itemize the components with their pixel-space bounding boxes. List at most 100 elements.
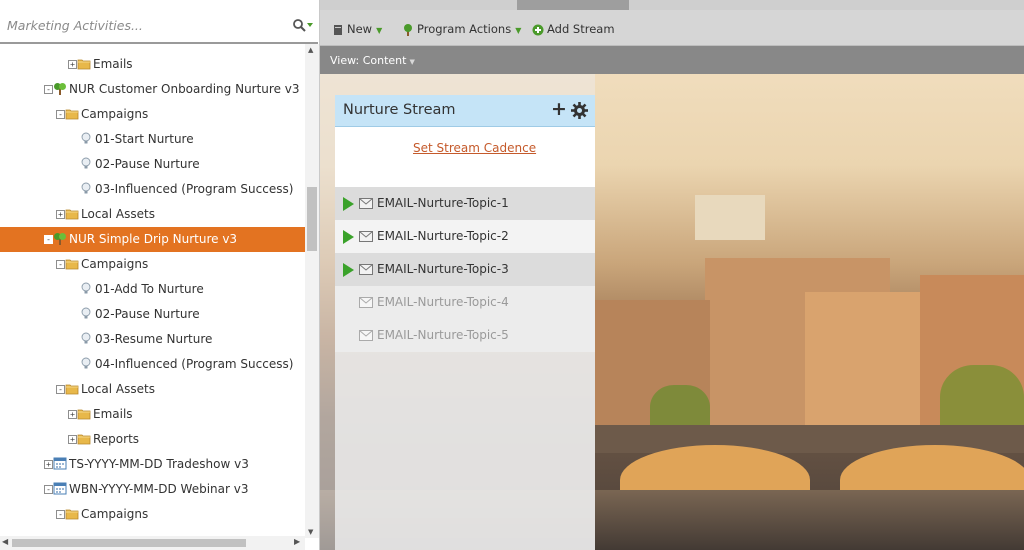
add-stream-button[interactable]: Add Stream [532, 21, 615, 37]
scroll-right-icon[interactable]: ▶ [294, 537, 300, 546]
event-program-icon [53, 482, 67, 495]
smart-campaign-icon [81, 182, 91, 194]
tree-item[interactable]: 03-Influenced (Program Success) [0, 177, 305, 202]
collapse-icon[interactable]: - [44, 485, 53, 494]
collapse-icon[interactable]: - [44, 235, 53, 244]
scroll-down-icon[interactable]: ▼ [308, 528, 313, 536]
tree-item-label: 03-Resume Nurture [95, 332, 213, 346]
tree-item-label: 03-Influenced (Program Success) [95, 182, 294, 196]
program-actions-button[interactable]: Program Actions ▼ [402, 21, 521, 37]
smart-campaign-icon [81, 282, 91, 294]
view-selector[interactable]: View: Content ▼ [330, 54, 415, 67]
tree-item-label: 01-Add To Nurture [95, 282, 204, 296]
stream-email-label: EMAIL-Nurture-Topic-1 [377, 196, 509, 210]
tree-item-label: Emails [93, 407, 133, 421]
tree-item[interactable]: - NUR Customer Onboarding Nurture v3 [0, 77, 305, 102]
tree-item-label: Campaigns [81, 107, 149, 121]
folder-icon [65, 259, 79, 270]
search-input[interactable]: Marketing Activities... [7, 18, 143, 33]
stream-email-label: EMAIL-Nurture-Topic-4 [377, 295, 509, 309]
smart-campaign-icon [81, 157, 91, 169]
folder-icon [65, 209, 79, 220]
play-icon[interactable] [343, 230, 354, 244]
tree-item-label: Reports [93, 432, 140, 446]
folder-icon [65, 109, 79, 120]
tree-item[interactable]: - NUR Simple Drip Nurture v3 [0, 227, 305, 252]
set-stream-cadence-link[interactable]: Set Stream Cadence [413, 141, 536, 155]
tree-item-label: NUR Customer Onboarding Nurture v3 [69, 82, 300, 96]
tree-item[interactable]: 02-Pause Nurture [0, 152, 305, 177]
hilltop-building [695, 195, 765, 240]
scroll-thumb[interactable] [307, 187, 317, 251]
stream-email-item[interactable]: EMAIL-Nurture-Topic-4 [335, 286, 595, 319]
stream-email-label: EMAIL-Nurture-Topic-5 [377, 328, 509, 342]
collapse-icon[interactable]: - [56, 260, 65, 269]
expand-icon[interactable]: + [68, 435, 77, 444]
chevron-down-icon: ▼ [376, 26, 383, 35]
tree-item[interactable]: 01-Start Nurture [0, 127, 305, 152]
collapse-icon[interactable]: - [56, 510, 65, 519]
stream-email-item[interactable]: EMAIL-Nurture-Topic-2 [335, 220, 595, 253]
expand-icon[interactable]: + [56, 210, 65, 219]
tree-item-label: NUR Simple Drip Nurture v3 [69, 232, 238, 246]
tree-item[interactable]: - Campaigns [0, 252, 305, 277]
expand-icon[interactable]: + [44, 460, 53, 469]
search-box[interactable]: Marketing Activities... [0, 0, 318, 44]
add-icon [532, 24, 544, 35]
tree-item[interactable]: 04-Influenced (Program Success) [0, 352, 305, 377]
tree-item[interactable]: 03-Resume Nurture [0, 327, 305, 352]
tree-item[interactable]: 02-Pause Nurture [0, 302, 305, 327]
scroll-thumb-horizontal[interactable] [12, 539, 246, 547]
scroll-up-icon[interactable]: ▲ [308, 46, 313, 54]
tree-item[interactable]: + Reports [0, 427, 305, 452]
active-tab[interactable] [517, 0, 629, 10]
folder-icon [77, 59, 91, 70]
tree-horizontal-scrollbar[interactable]: ◀ ▶ [0, 536, 305, 550]
nurture-program-icon [54, 233, 66, 245]
stream-email-item[interactable]: EMAIL-Nurture-Topic-1 [335, 187, 595, 220]
scroll-left-icon[interactable]: ◀ [2, 537, 8, 546]
view-bar: View: Content ▼ [320, 46, 1024, 74]
stream-title: Nurture Stream [343, 102, 456, 118]
folder-icon [77, 409, 91, 420]
plus-icon[interactable]: + [551, 100, 567, 119]
collapse-icon[interactable]: - [56, 385, 65, 394]
smart-campaign-icon [81, 307, 91, 319]
stream-email-label: EMAIL-Nurture-Topic-2 [377, 229, 509, 243]
play-icon[interactable] [343, 197, 354, 211]
program-content-area: New ▼ Program Actions ▼ Add Stream View: C… [320, 0, 1024, 550]
tree-item[interactable]: + Local Assets [0, 202, 305, 227]
tree-item[interactable]: - Local Assets [0, 377, 305, 402]
tree-item-label: Local Assets [81, 207, 155, 221]
tree-item[interactable]: + Emails [0, 52, 305, 77]
collapse-icon[interactable]: - [56, 110, 65, 119]
expand-icon[interactable]: + [68, 410, 77, 419]
email-icon [359, 198, 373, 209]
tree-item[interactable]: - Campaigns [0, 502, 305, 527]
smart-campaign-icon [81, 357, 91, 369]
tree-item[interactable]: - Campaigns [0, 102, 305, 127]
tree-item-label: WBN-YYYY-MM-DD Webinar v3 [69, 482, 249, 496]
gear-icon[interactable] [571, 102, 588, 119]
folder-icon [65, 384, 79, 395]
tree-item[interactable]: 01-Add To Nurture [0, 277, 305, 302]
stream-email-item[interactable]: EMAIL-Nurture-Topic-3 [335, 253, 595, 286]
email-icon [359, 330, 373, 341]
new-label: New [347, 22, 373, 36]
nurture-program-icon [54, 83, 66, 95]
tree-vertical-scrollbar[interactable]: ▲ ▼ [305, 44, 319, 538]
tree-item-label: Campaigns [81, 257, 149, 271]
add-stream-label: Add Stream [547, 22, 615, 36]
play-icon[interactable] [343, 263, 354, 277]
new-button[interactable]: New ▼ [332, 21, 382, 37]
tree-item[interactable]: - WBN-YYYY-MM-DD Webinar v3 [0, 477, 305, 502]
folder-icon [77, 434, 91, 445]
tree-item-label: Emails [93, 57, 133, 71]
tree-item[interactable]: + TS-YYYY-MM-DD Tradeshow v3 [0, 452, 305, 477]
search-filter-icon[interactable] [292, 17, 314, 33]
tree-item-label: 02-Pause Nurture [95, 157, 200, 171]
tree-item[interactable]: + Emails [0, 402, 305, 427]
collapse-icon[interactable]: - [44, 85, 53, 94]
expand-icon[interactable]: + [68, 60, 77, 69]
stream-email-item[interactable]: EMAIL-Nurture-Topic-5 [335, 319, 595, 352]
